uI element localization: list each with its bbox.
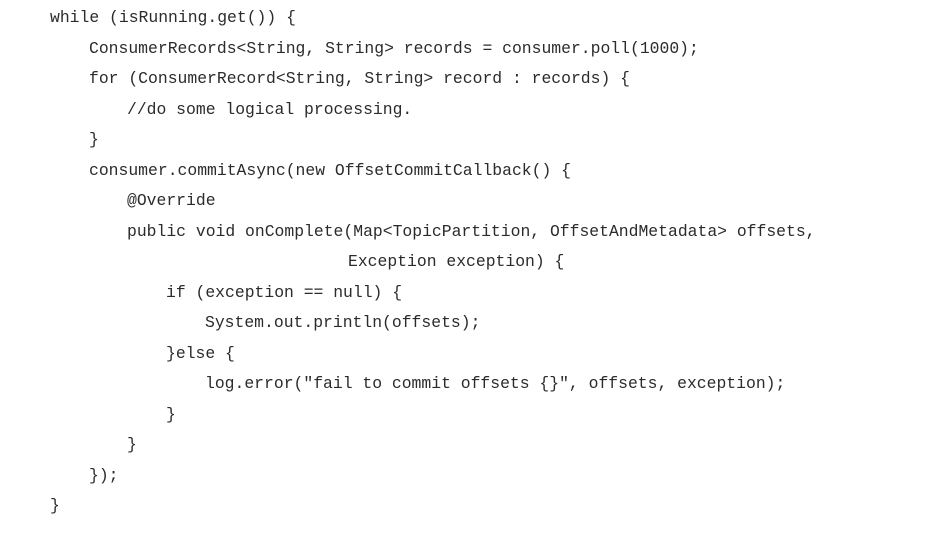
- code-block: while (isRunning.get()) { ConsumerRecord…: [0, 0, 926, 558]
- code-line: }: [166, 405, 176, 424]
- code-line: while (isRunning.get()) {: [50, 8, 296, 27]
- code-line: log.error("fail to commit offsets {}", o…: [205, 374, 786, 393]
- code-line: }else {: [166, 344, 235, 363]
- code-line: //do some logical processing.: [127, 100, 413, 119]
- code-line: if (exception == null) {: [166, 283, 403, 302]
- code-line: }: [89, 130, 99, 149]
- code-line: Exception exception) {: [348, 252, 565, 271]
- code-line: consumer.commitAsync(new OffsetCommitCal…: [89, 161, 571, 180]
- code-line: @Override: [127, 191, 216, 210]
- code-line: ConsumerRecords<String, String> records …: [89, 39, 699, 58]
- code-line: });: [89, 466, 119, 485]
- code-line: }: [50, 496, 60, 515]
- code-line: public void onComplete(Map<TopicPartitio…: [127, 222, 816, 241]
- code-line: }: [127, 435, 137, 454]
- code-line: System.out.println(offsets);: [205, 313, 481, 332]
- code-line: for (ConsumerRecord<String, String> reco…: [89, 69, 630, 88]
